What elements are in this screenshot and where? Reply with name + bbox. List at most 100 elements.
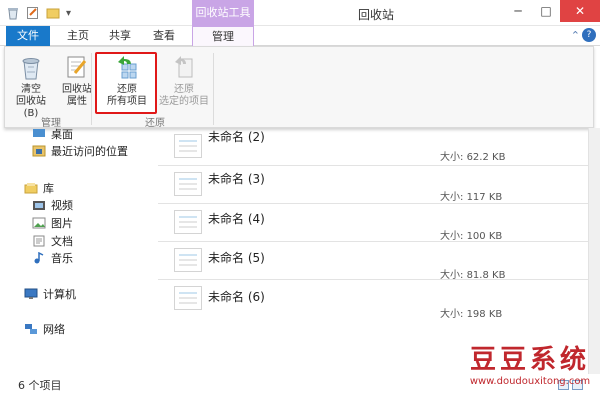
- file-thumbnail-icon: [174, 210, 202, 234]
- minimize-button[interactable]: ─: [504, 0, 532, 22]
- context-tab-group-label: 回收站工具: [192, 0, 254, 26]
- large-icons-view-icon[interactable]: [572, 380, 583, 390]
- tab-view[interactable]: 查看: [148, 26, 180, 46]
- ribbon-separator: [91, 53, 92, 125]
- file-size: 大小: 117 KB: [440, 188, 502, 203]
- navigation-pane: 桌面 最近访问的位置 库 视频 图片 文档 音乐 计算机 网络: [0, 128, 148, 374]
- file-thumbnail-icon: [174, 286, 202, 310]
- file-name: 未命名 (6): [208, 290, 265, 304]
- view-switcher: [558, 380, 583, 390]
- restore-all-items-button[interactable]: 还原 所有项目: [98, 53, 156, 108]
- desktop-icon: [32, 128, 46, 140]
- size-value: 62.2 KB: [466, 152, 506, 163]
- nav-label-music: 音乐: [51, 252, 73, 265]
- window-title: 回收站: [358, 8, 395, 22]
- nav-item-music[interactable]: 音乐: [32, 250, 73, 266]
- restore-all-label-line2: 所有项目: [107, 96, 147, 107]
- quick-access-toolbar: ▾: [6, 6, 71, 20]
- empty-bin-icon: [17, 53, 45, 81]
- restore-group-label: 还原: [145, 118, 165, 129]
- properties-large-icon: [63, 53, 91, 81]
- restore-all-icon: [113, 53, 141, 81]
- pictures-icon: [32, 217, 46, 229]
- restore-all-label-line1: 还原: [117, 84, 137, 95]
- computer-icon: [24, 288, 38, 300]
- ribbon-tab-bar: 文件 主页 共享 查看 管理 ⌃ ?: [0, 26, 600, 46]
- tab-file[interactable]: 文件: [6, 26, 50, 46]
- list-item[interactable]: 未命名 (4) 大小: 100 KB: [158, 204, 588, 242]
- recycle-bin-small-icon: [6, 6, 20, 20]
- tab-share[interactable]: 共享: [104, 26, 136, 46]
- file-size: 大小: 81.8 KB: [440, 266, 505, 281]
- list-item[interactable]: 未命名 (6) 大小: 198 KB: [158, 280, 588, 320]
- list-item[interactable]: 未命名 (3) 大小: 117 KB: [158, 166, 588, 204]
- nav-label-videos: 视频: [51, 199, 73, 212]
- nav-label-computer: 计算机: [43, 288, 76, 301]
- documents-icon: [32, 235, 46, 247]
- title-bar: ▾ 回收站工具 回收站 ─ □ ✕: [0, 0, 600, 26]
- list-item[interactable]: 未命名 (2) 大小: 62.2 KB: [158, 128, 588, 166]
- file-name: 未命名 (5): [208, 251, 265, 265]
- help-icon[interactable]: ?: [582, 28, 596, 42]
- ribbon-separator: [213, 53, 214, 125]
- nav-item-computer[interactable]: 计算机: [24, 286, 76, 302]
- size-label: 大小:: [440, 309, 464, 320]
- nav-label-network: 网络: [43, 323, 65, 336]
- size-value: 100 KB: [466, 231, 503, 242]
- file-name: 未命名 (3): [208, 172, 265, 186]
- empty-recycle-bin-button[interactable]: 清空 回收站(B): [9, 53, 53, 120]
- file-size: 大小: 198 KB: [440, 305, 502, 320]
- file-thumbnail-icon: [174, 248, 202, 272]
- close-button[interactable]: ✕: [560, 0, 600, 22]
- file-name: 未命名 (4): [208, 212, 265, 226]
- ribbon-panel: 清空 回收站(B) 回收站 属性 管理 还原 所有项目 还原 选定的项目 还原: [4, 46, 594, 129]
- file-list: 未命名 (2) 大小: 62.2 KB 未命名 (3) 大小: 117 KB 未…: [150, 128, 588, 374]
- network-icon: [24, 323, 38, 335]
- details-view-icon[interactable]: [558, 380, 569, 390]
- size-label: 大小:: [440, 152, 464, 163]
- restore-selected-icon: [170, 53, 198, 81]
- tab-manage[interactable]: 管理: [192, 26, 254, 46]
- nav-label-desktop: 桌面: [51, 128, 73, 141]
- file-thumbnail-icon: [174, 134, 202, 158]
- item-count: 6 个项目: [18, 379, 62, 392]
- nav-label-documents: 文档: [51, 235, 73, 248]
- window-controls: ─ □ ✕: [504, 0, 600, 22]
- restore-selected-items-button[interactable]: 还原 选定的项目: [157, 53, 211, 108]
- folder-icon[interactable]: [46, 6, 60, 20]
- music-icon: [32, 251, 46, 264]
- nav-item-libraries[interactable]: 库: [24, 180, 54, 196]
- ribbon-collapse-icon[interactable]: ⌃: [571, 29, 580, 42]
- nav-item-network[interactable]: 网络: [24, 321, 65, 337]
- quick-access-dropdown[interactable]: ▾: [66, 8, 71, 19]
- videos-icon: [32, 199, 46, 211]
- empty-bin-label-line1: 清空: [21, 84, 41, 95]
- size-value: 198 KB: [466, 309, 503, 320]
- file-size: 大小: 62.2 KB: [440, 148, 505, 163]
- tab-home[interactable]: 主页: [62, 26, 94, 46]
- libraries-icon: [24, 182, 38, 194]
- status-bar: 6 个项目: [0, 374, 600, 401]
- nav-item-desktop[interactable]: 桌面: [32, 126, 73, 142]
- nav-label-libraries: 库: [43, 182, 54, 195]
- size-label: 大小:: [440, 231, 464, 242]
- restore-selected-label-line2: 选定的项目: [159, 96, 209, 107]
- restore-selected-label-line1: 还原: [174, 84, 194, 95]
- file-thumbnail-icon: [174, 172, 202, 196]
- nav-item-pictures[interactable]: 图片: [32, 215, 73, 231]
- properties-icon[interactable]: [26, 6, 40, 20]
- ribbon-help-area: ⌃ ?: [571, 28, 596, 42]
- file-size: 大小: 100 KB: [440, 227, 502, 242]
- recent-places-icon: [32, 145, 46, 157]
- maximize-button[interactable]: □: [532, 0, 560, 22]
- nav-item-recent[interactable]: 最近访问的位置: [32, 143, 128, 159]
- nav-label-recent: 最近访问的位置: [51, 145, 128, 158]
- nav-label-pictures: 图片: [51, 217, 73, 230]
- nav-item-videos[interactable]: 视频: [32, 197, 73, 213]
- vertical-scrollbar[interactable]: [588, 128, 600, 374]
- nav-item-documents[interactable]: 文档: [32, 233, 73, 249]
- size-value: 117 KB: [466, 192, 503, 203]
- file-name: 未命名 (2): [208, 130, 265, 144]
- list-item[interactable]: 未命名 (5) 大小: 81.8 KB: [158, 242, 588, 281]
- size-label: 大小:: [440, 192, 464, 203]
